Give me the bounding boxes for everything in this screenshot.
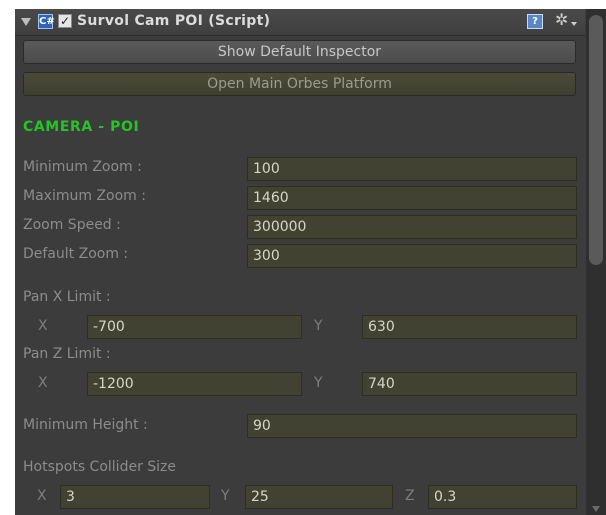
help-icon[interactable]: ? — [527, 14, 543, 29]
zoom-speed-label: Zoom Speed : — [23, 217, 121, 233]
pan-x-limit-y-label: Y — [314, 318, 323, 334]
hotspots-x-label: X — [37, 488, 47, 504]
minimum-zoom-field[interactable]: 100 — [247, 157, 577, 181]
component-title: Survol Cam POI (Script) — [77, 13, 271, 29]
pan-x-limit-x-label: X — [38, 318, 48, 334]
pan-z-limit-y-label: Y — [314, 375, 323, 391]
pan-z-limit-x-field[interactable]: -1200 — [87, 372, 302, 396]
open-main-platform-button[interactable]: Open Main Orbes Platform — [23, 72, 576, 96]
scroll-down-arrow-icon[interactable] — [592, 506, 600, 512]
show-default-inspector-button[interactable]: Show Default Inspector — [23, 40, 576, 64]
hotspots-collider-size-label: Hotspots Collider Size — [23, 459, 177, 475]
component-enabled-checkbox[interactable]: ✓ — [58, 14, 72, 28]
maximum-zoom-label: Maximum Zoom : — [23, 188, 146, 204]
zoom-speed-field[interactable]: 300000 — [247, 215, 577, 239]
hotspots-z-label: Z — [405, 488, 415, 504]
pan-z-limit-label: Pan Z Limit : — [23, 346, 111, 362]
pan-x-limit-x-field[interactable]: -700 — [87, 315, 302, 339]
section-heading: CAMERA - POI — [23, 119, 140, 135]
hotspots-x-field[interactable]: 3 — [60, 485, 210, 509]
default-zoom-label: Default Zoom : — [23, 246, 129, 262]
component-header[interactable]: C# ✓ Survol Cam POI (Script) ? ✲ — [15, 9, 585, 36]
vertical-scrollbar[interactable] — [586, 9, 606, 515]
default-zoom-field[interactable]: 300 — [247, 244, 577, 268]
hotspots-y-field[interactable]: 25 — [245, 485, 393, 509]
pan-z-limit-x-label: X — [38, 375, 48, 391]
minimum-height-field[interactable]: 90 — [247, 414, 577, 438]
inspector-panel: C# ✓ Survol Cam POI (Script) ? ✲ Show De… — [15, 9, 606, 515]
hotspots-z-field[interactable]: 0.3 — [428, 485, 577, 509]
minimum-zoom-label: Minimum Zoom : — [23, 159, 142, 175]
gear-icon[interactable]: ✲ — [555, 11, 568, 29]
gear-dropdown-arrow-icon[interactable] — [571, 22, 577, 26]
hotspots-y-label: Y — [221, 488, 230, 504]
script-icon: C# — [38, 14, 55, 29]
foldout-arrow-icon[interactable] — [21, 18, 31, 26]
minimum-height-label: Minimum Height : — [23, 417, 148, 433]
pan-x-limit-label: Pan X Limit : — [23, 289, 111, 305]
pan-z-limit-y-field[interactable]: 740 — [362, 372, 577, 396]
maximum-zoom-field[interactable]: 1460 — [247, 186, 577, 210]
scrollbar-thumb[interactable] — [589, 15, 603, 265]
pan-x-limit-y-field[interactable]: 630 — [362, 315, 577, 339]
